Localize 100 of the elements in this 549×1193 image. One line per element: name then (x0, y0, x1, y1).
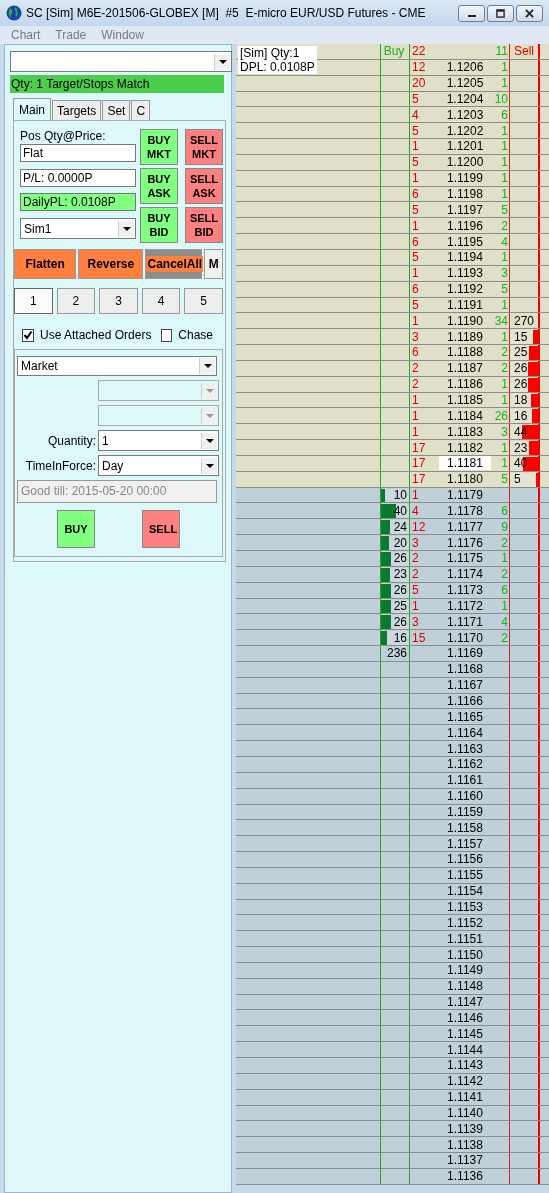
price-cell[interactable]: 1.1149 (443, 963, 487, 978)
order-type-dropdown[interactable]: Market (17, 356, 217, 376)
price-cell[interactable]: 1.1148 (443, 979, 487, 994)
price-cell[interactable]: 1.1154 (443, 884, 487, 899)
price-cell[interactable]: 1.1156 (443, 852, 487, 867)
price-cell[interactable]: 1.1195 (443, 234, 487, 249)
checkbox-icon[interactable] (22, 328, 34, 342)
price-cell[interactable]: 1.1182 (443, 440, 487, 455)
price-cell[interactable]: 1.1204 (442, 91, 488, 106)
order-button[interactable]: BUY BID (140, 207, 178, 243)
price-cell[interactable]: 1.1151 (443, 931, 487, 946)
price-cell[interactable]: 1.1172 (443, 598, 487, 613)
maximize-button[interactable] (487, 4, 514, 22)
order-button[interactable]: SELL MKT (185, 129, 223, 165)
quantity-dropdown[interactable]: 1 (98, 430, 219, 451)
quantity-preset-button[interactable]: 1 (14, 288, 53, 314)
price-cell[interactable]: 1.1184 (443, 408, 487, 423)
price-cell[interactable]: 1.1168 (443, 662, 487, 677)
price-cell[interactable]: 1.1201 (442, 139, 488, 154)
price-cell[interactable]: 1.1170 (443, 630, 487, 645)
price-cell[interactable]: 1.1160 (443, 789, 487, 804)
menu-item[interactable]: Chart (11, 28, 41, 42)
quantity-preset-button[interactable]: 3 (99, 288, 138, 314)
price-cell[interactable]: 1.1161 (443, 773, 487, 788)
price-cell[interactable]: 1.1196 (443, 218, 487, 233)
price-cell[interactable]: 1.1194 (443, 250, 487, 265)
tab[interactable]: C (131, 100, 151, 120)
price-cell[interactable]: 1.1173 (443, 583, 487, 598)
action-button[interactable]: M (204, 249, 223, 279)
price-cell[interactable]: 1.1181 (439, 456, 491, 471)
price-cell[interactable]: 1.1163 (443, 741, 487, 756)
price-cell[interactable]: 1.1169 (443, 646, 487, 661)
close-button[interactable] (516, 4, 543, 22)
price-cell[interactable]: 1.1143 (443, 1058, 487, 1073)
checkbox-icon[interactable] (161, 328, 173, 342)
price-cell[interactable]: 1.1155 (443, 868, 487, 883)
price-cell[interactable]: 1.1205 (442, 76, 488, 91)
price-cell[interactable]: 1.1167 (443, 678, 487, 693)
quantity-preset-button[interactable]: 4 (141, 288, 181, 314)
price-cell[interactable]: 1.1145 (443, 1026, 487, 1041)
order-button[interactable]: SELL BID (185, 207, 223, 243)
price-cell[interactable]: 1.1137 (443, 1153, 487, 1168)
price-cell[interactable]: 1.1180 (443, 472, 487, 487)
price-cell[interactable]: 1.1138 (443, 1137, 487, 1152)
price-cell[interactable]: 1.1190 (443, 313, 487, 328)
price-cell[interactable]: 1.1165 (443, 709, 487, 724)
price-cell[interactable]: 1.1178 (443, 503, 487, 518)
price-cell[interactable]: 1.1157 (443, 836, 487, 851)
order-button[interactable]: SELL ASK (185, 168, 223, 204)
tab[interactable]: Set (102, 100, 131, 120)
price-cell[interactable]: 1.1192 (443, 282, 487, 297)
action-button[interactable]: Flatten (14, 249, 77, 279)
price-cell[interactable]: 1.1202 (442, 123, 488, 138)
tab[interactable]: Main (13, 98, 51, 120)
price-cell[interactable]: 1.1150 (443, 947, 487, 962)
quantity-preset-button[interactable]: 2 (56, 288, 96, 314)
price-cell[interactable]: 1.1186 (443, 377, 487, 392)
price-cell[interactable]: 1.1183 (443, 424, 487, 439)
price-cell[interactable]: 1.1203 (442, 107, 488, 122)
price-cell[interactable]: 1.1188 (443, 345, 487, 360)
price-cell[interactable]: 1.1177 (443, 519, 487, 534)
price-cell[interactable]: 1.1166 (443, 694, 487, 708)
price-cell[interactable]: 1.1142 (443, 1074, 487, 1089)
tab[interactable]: Targets (52, 100, 102, 120)
price-cell[interactable]: 1.1147 (443, 995, 487, 1010)
price-cell[interactable]: 1.1206 (442, 60, 488, 75)
price-cell[interactable]: 1.1164 (443, 725, 487, 740)
price-cell[interactable]: 1.1140 (443, 1105, 487, 1120)
price-cell[interactable]: 1.1197 (443, 202, 487, 217)
price-cell[interactable]: 1.1146 (443, 1010, 487, 1025)
symbol-dropdown[interactable] (10, 51, 232, 72)
minimize-button[interactable] (458, 4, 485, 22)
price-cell[interactable]: 1.1185 (443, 393, 487, 407)
price-cell[interactable]: 1.1198 (443, 187, 487, 201)
price-cell[interactable]: 1.1200 (442, 155, 488, 170)
price-cell[interactable]: 1.1162 (443, 757, 487, 772)
price-cell[interactable]: 1.1191 (443, 297, 487, 312)
menu-item[interactable]: Trade (55, 28, 87, 42)
submit-order-button[interactable]: BUY (57, 510, 95, 548)
quantity-preset-button[interactable]: 5 (184, 288, 223, 314)
price-cell[interactable]: 1.1141 (443, 1090, 487, 1105)
price-cell[interactable]: 1.1199 (443, 171, 487, 186)
price-cell[interactable]: 1.1171 (443, 614, 487, 629)
price-cell[interactable]: 1.1139 (443, 1121, 487, 1136)
price-cell[interactable]: 1.1153 (443, 900, 487, 914)
price-cell[interactable]: 1.1187 (443, 361, 487, 376)
menu-item[interactable]: Window (101, 28, 144, 42)
price-cell[interactable]: 1.1176 (443, 535, 487, 550)
cancel-all-button[interactable]: CancelAll (145, 249, 203, 279)
price-cell[interactable]: 1.1175 (443, 551, 487, 566)
price-cell[interactable]: 1.1159 (443, 804, 487, 819)
price-cell[interactable]: 1.1152 (443, 915, 487, 930)
submit-order-button[interactable]: SELL (142, 510, 180, 548)
price-cell[interactable]: 1.1189 (443, 329, 487, 344)
order-button[interactable]: BUY ASK (140, 168, 178, 204)
price-cell[interactable]: 1.1158 (443, 820, 487, 835)
action-button[interactable]: Reverse (78, 249, 144, 279)
price-cell[interactable]: 1.1179 (443, 488, 487, 503)
price-cell[interactable]: 1.1144 (443, 1042, 487, 1057)
price-cell[interactable]: 1.1174 (443, 567, 487, 582)
